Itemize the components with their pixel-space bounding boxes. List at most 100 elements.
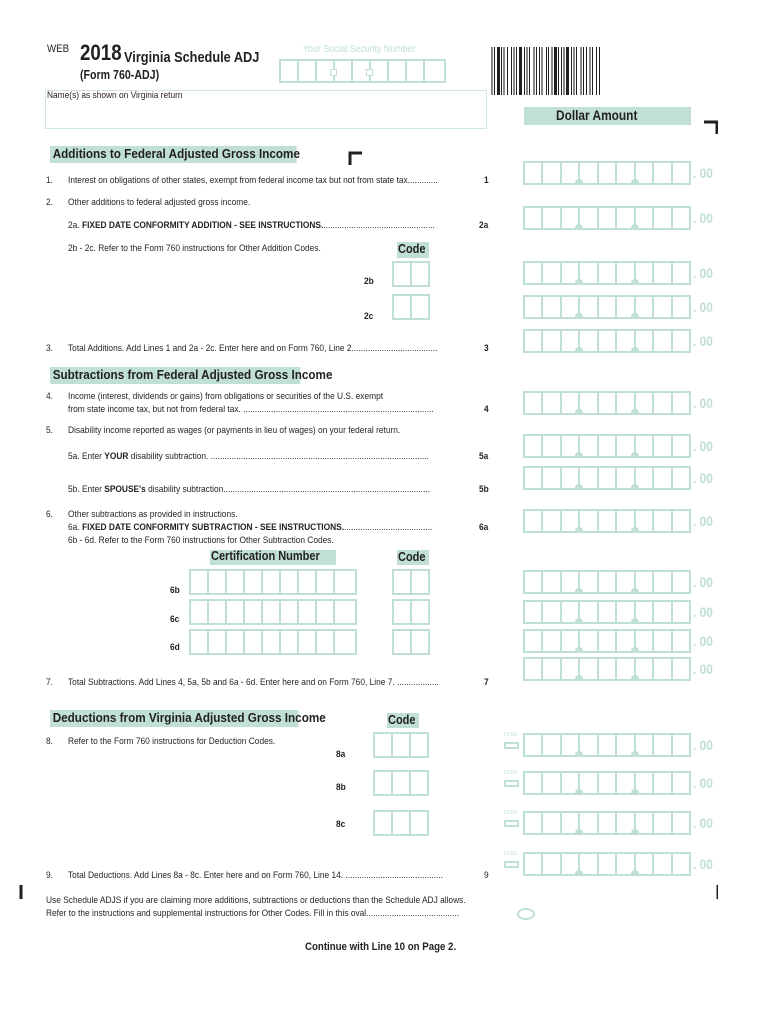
- line5-num: 5.: [46, 425, 53, 436]
- digit-cell: [580, 436, 599, 456]
- digit-cell: [636, 813, 655, 833]
- line6b-cert-input[interactable]: [189, 569, 357, 595]
- digit-cell: [654, 631, 673, 651]
- line9-loss-checkbox[interactable]: [504, 861, 519, 868]
- digit-cell: [673, 631, 689, 651]
- line1-text: Interest on obligations of other states,…: [68, 175, 438, 186]
- digit-cell: [673, 208, 689, 228]
- line5b-text: 5b. Enter SPOUSE's disability subtractio…: [68, 485, 430, 495]
- digit-cell: [525, 659, 544, 679]
- line3-text: Total Additions. Add Lines 1 and 2a - 2c…: [68, 343, 438, 354]
- additions-heading: Additions to Federal Adjusted Gross Inco…: [50, 146, 300, 163]
- line2b-cents: . 00: [693, 265, 713, 281]
- digit-cell: [636, 572, 655, 592]
- digit-cell: [617, 468, 640, 489]
- line4-amount-input[interactable]: [523, 391, 691, 415]
- line8b-code-input[interactable]: [373, 770, 429, 796]
- line8b-amount-input[interactable]: [523, 771, 691, 795]
- digit-cell: [673, 297, 689, 317]
- line5b-amount-input[interactable]: [523, 466, 691, 490]
- line8c-amount-input[interactable]: [523, 811, 691, 835]
- line2a-text: 2a. FIXED DATE CONFORMITY ADDITION - SEE…: [68, 221, 435, 231]
- digit-cell: [599, 854, 618, 874]
- digit-cell: [525, 631, 544, 651]
- digit-cell: [599, 659, 618, 679]
- line8c-code-input[interactable]: [373, 810, 429, 836]
- digit-cell: [654, 735, 673, 755]
- line3-cents: . 00: [693, 333, 713, 349]
- line8b-label: 8b: [336, 782, 346, 793]
- digit-cell: [617, 572, 640, 593]
- line3-num: 3.: [46, 343, 53, 354]
- digit-cell: [673, 436, 689, 456]
- line6a-prefix: 6a.: [68, 522, 80, 533]
- line6d-amount-input[interactable]: [523, 629, 691, 653]
- line2c-amount-input[interactable]: [523, 295, 691, 319]
- digit-cell: [654, 854, 673, 874]
- line8b-loss-checkbox[interactable]: [504, 780, 519, 787]
- digit-cell: [525, 511, 544, 531]
- form-number: (Form 760-ADJ): [80, 68, 160, 82]
- line8c-label: 8c: [336, 819, 346, 830]
- line4-text-2: from state income tax, but not from fede…: [68, 404, 434, 415]
- line9-amount-input[interactable]: [523, 852, 691, 876]
- digit-cell: [580, 659, 599, 679]
- line2c-code-input[interactable]: [392, 294, 430, 320]
- ssn-label: Your Social Security Number: [303, 44, 416, 55]
- digit-cell: [562, 602, 584, 623]
- digit-cell: [673, 813, 689, 833]
- line8a-amount-input[interactable]: [523, 733, 691, 757]
- line6d-cert-input[interactable]: [189, 629, 357, 655]
- digit-cell: [617, 813, 640, 834]
- line5a-suffix: disability subtraction. ................…: [128, 451, 430, 462]
- digit-cell: [599, 393, 618, 413]
- line8b-loss-label: LOSS: [504, 770, 518, 776]
- line4-num: 4.: [46, 391, 53, 402]
- line8c-loss-checkbox[interactable]: [504, 820, 519, 827]
- line6b-amount-input[interactable]: [523, 570, 691, 594]
- digit-cell: [525, 163, 544, 183]
- line6c-code-input[interactable]: [392, 599, 430, 625]
- line2b-code-input[interactable]: [392, 261, 430, 287]
- digit-cell: [543, 813, 562, 833]
- digit-cell: [673, 659, 689, 679]
- digit-cell: [599, 331, 618, 351]
- digit-cell: [543, 163, 562, 183]
- line6d-code-input[interactable]: [392, 629, 430, 655]
- line5a-amount-input[interactable]: [523, 434, 691, 458]
- digit-cell: [599, 511, 618, 531]
- line2b-amount-input[interactable]: [523, 261, 691, 285]
- line6b-code-input[interactable]: [392, 569, 430, 595]
- digit-cell: [673, 572, 689, 592]
- line6-text: Other subtractions as provided in instru…: [68, 509, 238, 520]
- digit-cell: [599, 163, 618, 183]
- digit-cell: [525, 854, 544, 874]
- ssn-input[interactable]: [279, 59, 446, 83]
- digit-cell: [599, 735, 618, 755]
- form-year: 2018: [80, 40, 122, 65]
- digit-cell: [580, 331, 599, 351]
- line8a-loss-checkbox[interactable]: [504, 742, 519, 749]
- digit-cell: [580, 631, 599, 651]
- digit-cell: [580, 208, 599, 228]
- line6c-amount-input[interactable]: [523, 600, 691, 624]
- line6c-label: 6c: [170, 614, 180, 625]
- line2c-cents: . 00: [693, 299, 713, 315]
- line2a-amount-input[interactable]: [523, 206, 691, 230]
- line1-ref: 1: [484, 175, 489, 186]
- line3-ref: 3: [484, 343, 489, 354]
- digit-cell: [673, 511, 689, 531]
- line7-amount-input[interactable]: [523, 657, 691, 681]
- line6a-amount-input[interactable]: [523, 509, 691, 533]
- line1-amount-input[interactable]: [523, 161, 691, 185]
- adjs-oval-checkbox[interactable]: [517, 908, 535, 920]
- line1-cents: . 00: [693, 165, 713, 181]
- line5a-text: 5a. Enter YOUR disability subtraction. .…: [68, 452, 429, 462]
- digit-cell: [617, 436, 640, 457]
- line8a-code-input[interactable]: [373, 732, 429, 758]
- line3-amount-input[interactable]: [523, 329, 691, 353]
- digit-cell: [543, 511, 562, 531]
- digit-cell: [673, 263, 689, 283]
- digit-cell: [562, 631, 584, 652]
- line6c-cert-input[interactable]: [189, 599, 357, 625]
